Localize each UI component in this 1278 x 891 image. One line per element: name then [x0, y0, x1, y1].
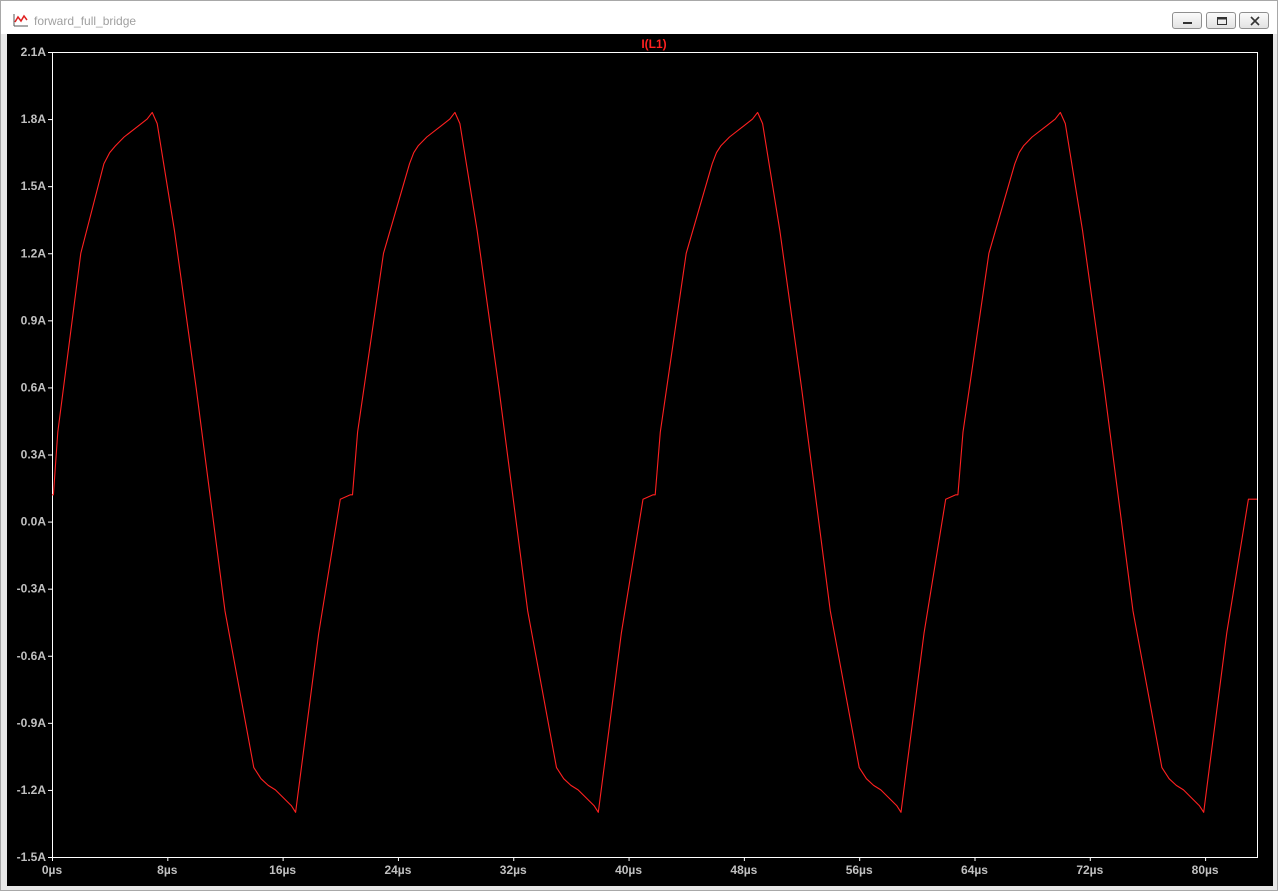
x-tick-label: 24µs: [384, 863, 411, 877]
minimize-icon: [1183, 22, 1192, 24]
maximize-button[interactable]: [1206, 12, 1236, 29]
y-tick-label: 2.1A: [21, 45, 47, 59]
x-tick-label: 64µs: [961, 863, 988, 877]
y-tick-label: 1.2A: [21, 246, 47, 260]
close-icon: [1250, 16, 1260, 26]
y-tick-label: -1.2A: [17, 783, 47, 797]
y-tick-label: 0.9A: [21, 313, 47, 327]
plot-frame: [52, 52, 1258, 858]
y-tick-label: -0.6A: [17, 649, 47, 663]
waveform-icon: [13, 13, 29, 27]
x-tick-label: 8µs: [157, 863, 178, 877]
series-title[interactable]: I(L1): [641, 37, 666, 51]
y-tick-label: 0.3A: [21, 448, 47, 462]
y-tick-label: 0.6A: [21, 380, 47, 394]
window-title: forward_full_bridge: [34, 14, 137, 28]
waveform-window: forward_full_bridge I(L1) 2.1A 1.8A 1.5A 1.…: [0, 0, 1278, 891]
x-tick-label: 40µs: [615, 863, 642, 877]
y-axis: 2.1A 1.8A 1.5A 1.2A 0.9A 0.6A 0.3A 0.0A -0.3A -0.…: [17, 45, 52, 864]
y-tick-label: -0.3A: [17, 582, 47, 596]
y-tick-label: 1.8A: [21, 112, 47, 126]
waveform-chart[interactable]: I(L1) 2.1A 1.8A 1.5A 1.2A 0.9A 0.6A 0.3A 0.0A -0…: [7, 34, 1273, 886]
x-tick-label: 80µs: [1192, 863, 1219, 877]
x-tick-label: 16µs: [269, 863, 296, 877]
x-axis: 0µs 8µs 16µs 24µs 32µs 40µs 48µs 56µs 64µs 72µs 80…: [42, 857, 1219, 877]
y-tick-label: -1.5A: [17, 850, 47, 864]
x-tick-label: 32µs: [500, 863, 527, 877]
series-line-i-l1: [52, 111, 1257, 813]
x-tick-label: 56µs: [846, 863, 873, 877]
y-tick-label: 1.5A: [21, 179, 47, 193]
x-tick-label: 48µs: [730, 863, 757, 877]
close-button[interactable]: [1239, 12, 1269, 29]
x-tick-label: 72µs: [1076, 863, 1103, 877]
y-tick-label: 0.0A: [21, 515, 47, 529]
title-bar[interactable]: forward_full_bridge: [1, 1, 1277, 34]
minimize-button[interactable]: [1172, 12, 1202, 29]
maximize-icon: [1217, 17, 1227, 25]
y-tick-label: -0.9A: [17, 716, 47, 730]
x-tick-label: 0µs: [42, 863, 63, 877]
plot-area[interactable]: I(L1) 2.1A 1.8A 1.5A 1.2A 0.9A 0.6A 0.3A 0.0A -0…: [7, 34, 1273, 886]
